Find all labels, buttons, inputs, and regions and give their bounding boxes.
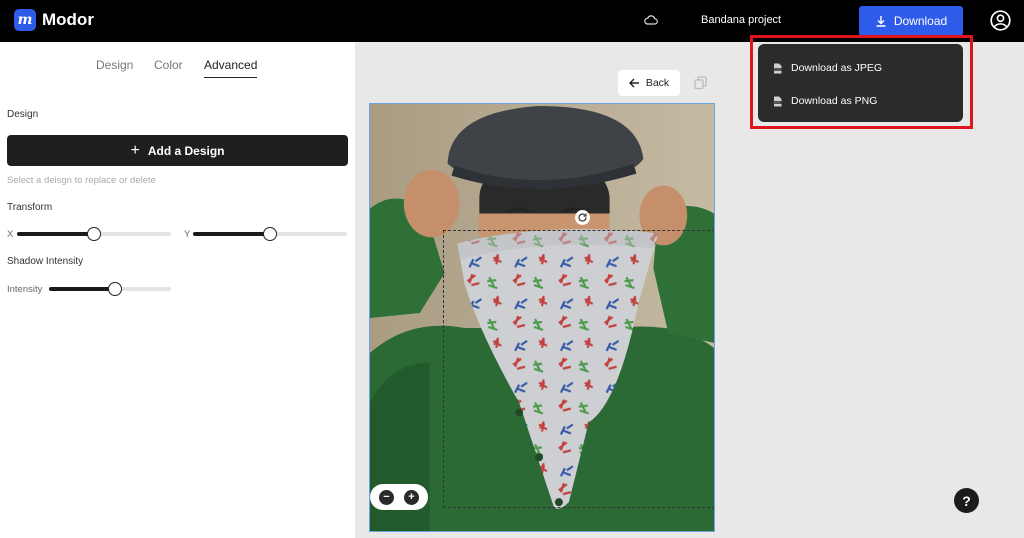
- download-jpeg-item[interactable]: Download as JPEG: [758, 53, 963, 83]
- plus-icon: +: [130, 141, 140, 159]
- add-design-label: Add a Design: [147, 143, 225, 158]
- intensity-slider-fill: [49, 287, 115, 291]
- x-slider[interactable]: [17, 227, 171, 241]
- intensity-slider-thumb[interactable]: [107, 282, 122, 296]
- back-button[interactable]: Back: [618, 70, 680, 96]
- cloud-sync-icon: [644, 15, 658, 25]
- download-jpeg-label: Download as JPEG: [791, 62, 883, 74]
- x-slider-thumb[interactable]: [87, 227, 101, 241]
- arrow-left-icon: [628, 78, 639, 88]
- tab-advanced[interactable]: Advanced: [204, 58, 258, 78]
- download-png-item[interactable]: Download as PNG: [758, 86, 963, 116]
- download-png-label: Download as PNG: [791, 95, 878, 107]
- rotate-handle-icon[interactable]: [575, 210, 590, 225]
- modor-logo-icon: m: [14, 9, 36, 31]
- x-slider-fill: [17, 232, 94, 236]
- zoom-in-button[interactable]: +: [404, 489, 419, 505]
- panel-tabs: Design Color Advanced: [0, 58, 355, 84]
- shadow-intensity-label: Shadow Intensity: [7, 256, 84, 267]
- zoom-controls: − +: [370, 484, 428, 510]
- design-selection-box[interactable]: [443, 230, 714, 508]
- y-slider-fill: [193, 232, 270, 236]
- x-slider-label: X: [7, 229, 14, 240]
- download-icon: [876, 16, 886, 27]
- design-section-label: Design: [7, 109, 39, 120]
- download-button-label: Download: [893, 14, 948, 28]
- design-hint: Select a deisgn to replace or delete: [7, 175, 156, 186]
- png-file-icon: [773, 96, 782, 106]
- help-button[interactable]: ?: [954, 488, 979, 513]
- download-dropdown-menu: Download as JPEG Download as PNG: [758, 44, 963, 122]
- zoom-out-button[interactable]: −: [379, 489, 394, 505]
- brand-name: Modor: [42, 10, 94, 29]
- project-name[interactable]: Bandana project: [701, 14, 781, 26]
- copy-icon[interactable]: [694, 76, 707, 89]
- back-button-label: Back: [645, 77, 670, 89]
- download-button[interactable]: Download: [859, 6, 963, 36]
- y-slider-thumb[interactable]: [263, 227, 277, 241]
- intensity-slider[interactable]: [49, 282, 171, 296]
- y-slider-label: Y: [184, 229, 191, 240]
- tab-color[interactable]: Color: [154, 58, 183, 72]
- intensity-slider-label: Intensity: [7, 284, 43, 295]
- user-profile-icon[interactable]: [990, 10, 1011, 31]
- jpeg-file-icon: [773, 63, 782, 73]
- y-slider[interactable]: [193, 227, 347, 241]
- add-design-button[interactable]: + Add a Design: [7, 135, 348, 166]
- brand-logo[interactable]: m Modor: [14, 9, 94, 31]
- mockup-image[interactable]: [369, 103, 715, 532]
- tab-design[interactable]: Design: [96, 58, 133, 72]
- transform-label: Transform: [7, 202, 53, 213]
- left-panel: Design Color Advanced Design + Add a Des…: [0, 42, 355, 538]
